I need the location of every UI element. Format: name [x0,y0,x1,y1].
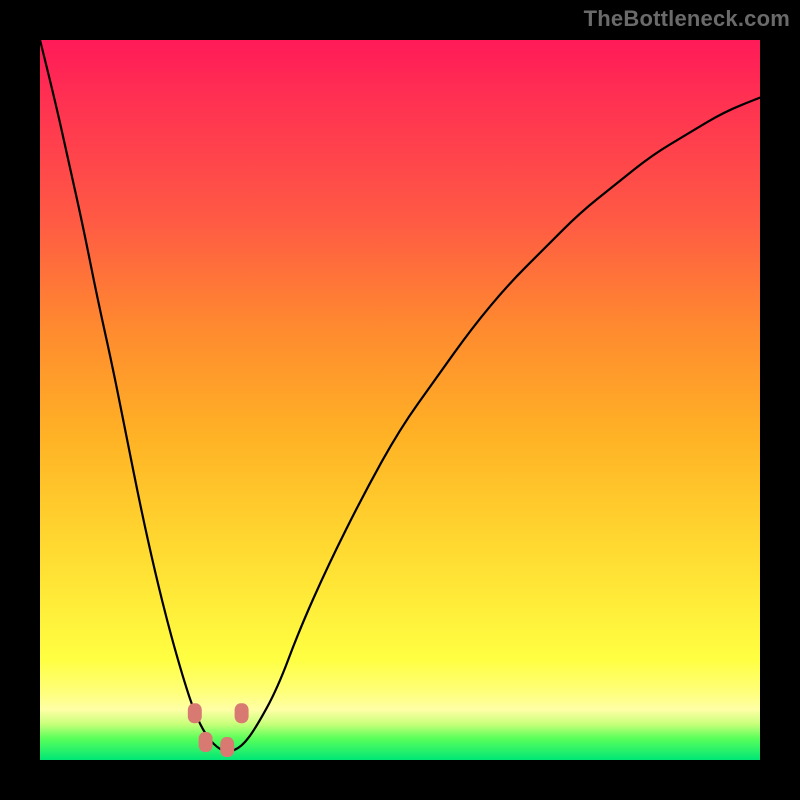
marker-left-upper [188,703,202,723]
watermark-text: TheBottleneck.com [584,6,790,32]
marker-right-upper [235,703,249,723]
bottleneck-curve [40,40,760,751]
plot-area [40,40,760,760]
marker-right-lower [220,737,234,757]
marker-left-lower [199,732,213,752]
chart-frame: TheBottleneck.com [0,0,800,800]
curve-overlay [40,40,760,760]
